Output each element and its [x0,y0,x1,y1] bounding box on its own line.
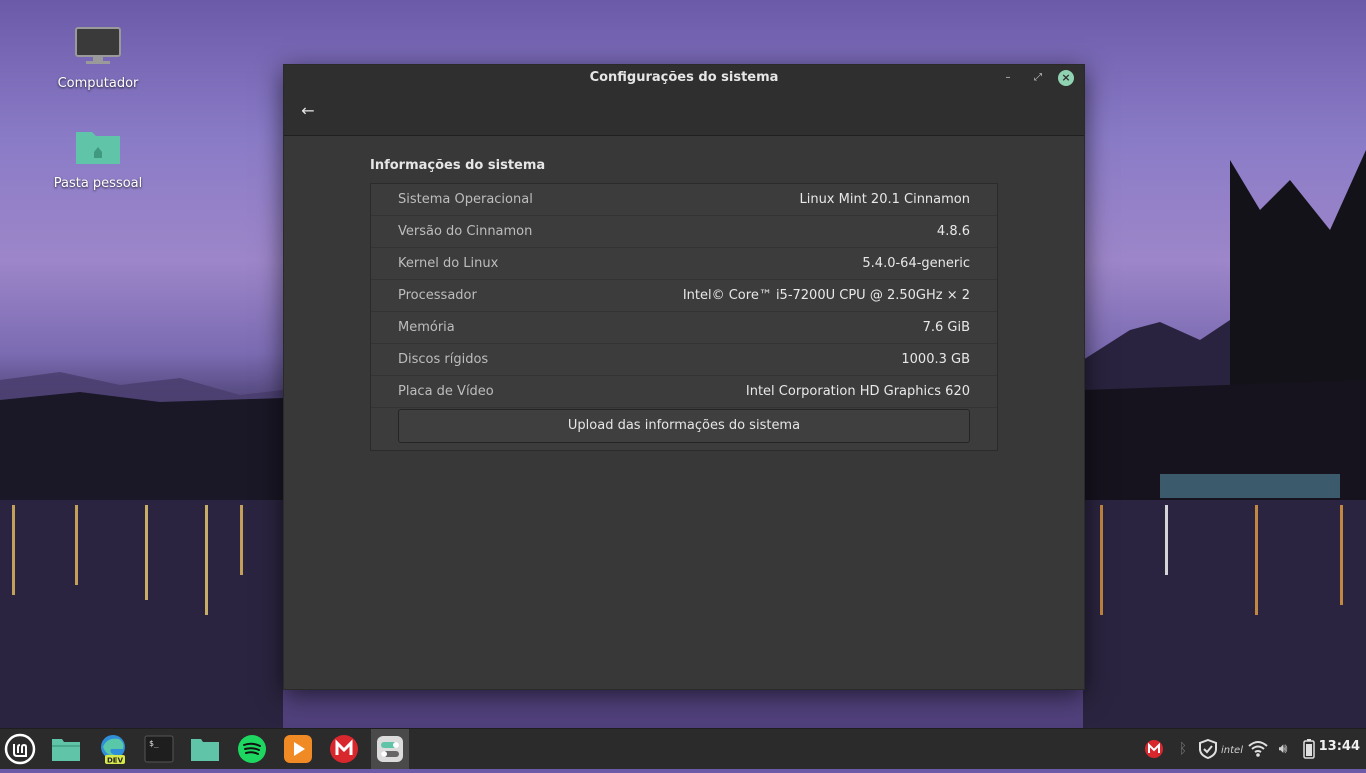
taskbar-spotify[interactable] [236,733,268,765]
taskbar-folder[interactable] [189,733,221,765]
intel-icon: intel [1221,745,1243,756]
maximize-button[interactable]: ⤢ [1030,70,1046,86]
info-label: Discos rígidos [398,352,489,367]
desktop-icon-home[interactable]: Pasta pessoal [48,126,148,191]
shield-icon [1199,738,1217,760]
desktop-icon-label: Computador [57,76,139,91]
folder-icon [191,739,219,761]
taskbar-terminal[interactable]: $_ [143,733,175,765]
mint-menu-icon [4,733,36,765]
tray-battery[interactable] [1298,737,1320,761]
info-row-kernel: Kernel do Linux 5.4.0-64-generic [371,248,997,280]
info-value: 7.6 GiB [922,320,970,335]
info-label: Versão do Cinnamon [398,224,533,239]
info-value: 1000.3 GB [901,352,970,367]
system-info-card: Sistema Operacional Linux Mint 20.1 Cinn… [370,183,998,451]
taskbar-media-player[interactable] [282,733,314,765]
edge-dev-badge: DEV [107,757,124,765]
svg-text:$_: $_ [149,739,159,748]
info-row-cpu: Processador Intel© Core™ i5-7200U CPU @ … [371,280,997,312]
bluetooth-icon: ᛒ [1178,741,1188,757]
taskbar-edge-dev[interactable]: DEV [97,733,129,765]
monitor-icon [75,27,121,64]
info-value: Intel Corporation HD Graphics 620 [745,384,970,399]
info-label: Kernel do Linux [398,256,499,271]
info-row-disks: Discos rígidos 1000.3 GB [371,344,997,376]
info-value: Intel© Core™ i5-7200U CPU @ 2.50GHz × 2 [682,288,970,303]
mega-icon [330,735,358,763]
info-value: 5.4.0-64-generic [862,256,970,271]
info-value: 4.8.6 [936,224,970,239]
system-settings-window: Configurações do sistema – ⤢ × ← Informa… [283,64,1085,690]
volume-icon: 🔊︎ [1278,741,1288,757]
info-value: Linux Mint 20.1 Cinnamon [799,192,970,207]
clock[interactable]: 13:44 [1319,739,1360,754]
info-label: Sistema Operacional [398,192,533,207]
terminal-icon: $_ [144,735,174,763]
minimize-button[interactable]: – [1000,70,1016,86]
tray-mega[interactable] [1143,737,1165,761]
info-row-memory: Memória 7.6 GiB [371,312,997,344]
tray-bluetooth[interactable]: ᛒ [1172,737,1194,761]
home-folder-icon [76,132,120,164]
taskbar-mega[interactable] [328,733,360,765]
taskbar-files[interactable] [50,733,82,765]
info-label: Memória [398,320,455,335]
info-label: Processador [398,288,477,303]
tray-intel[interactable]: intel [1221,737,1243,761]
taskbar: DEV $_ ᛒ intel 🔊︎ 13:44 [0,728,1366,769]
files-icon [52,739,80,761]
close-button[interactable]: × [1058,70,1074,86]
upload-system-info-button[interactable]: Upload das informações do sistema [398,409,970,443]
taskbar-settings-active[interactable] [371,729,409,769]
settings-icon [377,736,403,762]
section-title: Informações do sistema [370,158,546,173]
info-label: Placa de Vídeo [398,384,494,399]
info-row-os: Sistema Operacional Linux Mint 20.1 Cinn… [371,184,997,216]
wifi-icon [1248,741,1268,757]
mint-menu-button[interactable] [4,733,36,765]
desktop-icon-computer[interactable]: Computador [48,26,148,91]
edge-dev-icon: DEV [101,735,125,765]
back-button[interactable]: ← [298,101,318,121]
info-row-gpu: Placa de Vídeo Intel Corporation HD Grap… [371,376,997,408]
battery-icon [1303,739,1315,759]
tray-shield[interactable] [1197,737,1219,761]
window-titlebar[interactable]: Configurações do sistema – ⤢ × ← [284,65,1084,136]
mega-tray-icon [1145,740,1163,758]
desktop-icon-label: Pasta pessoal [53,176,143,191]
info-row-cinnamon: Versão do Cinnamon 4.8.6 [371,216,997,248]
tray-wifi[interactable] [1247,737,1269,761]
window-title: Configurações do sistema [589,70,779,85]
media-player-icon [284,735,312,763]
spotify-icon [238,735,266,763]
tray-volume[interactable]: 🔊︎ [1272,737,1294,761]
